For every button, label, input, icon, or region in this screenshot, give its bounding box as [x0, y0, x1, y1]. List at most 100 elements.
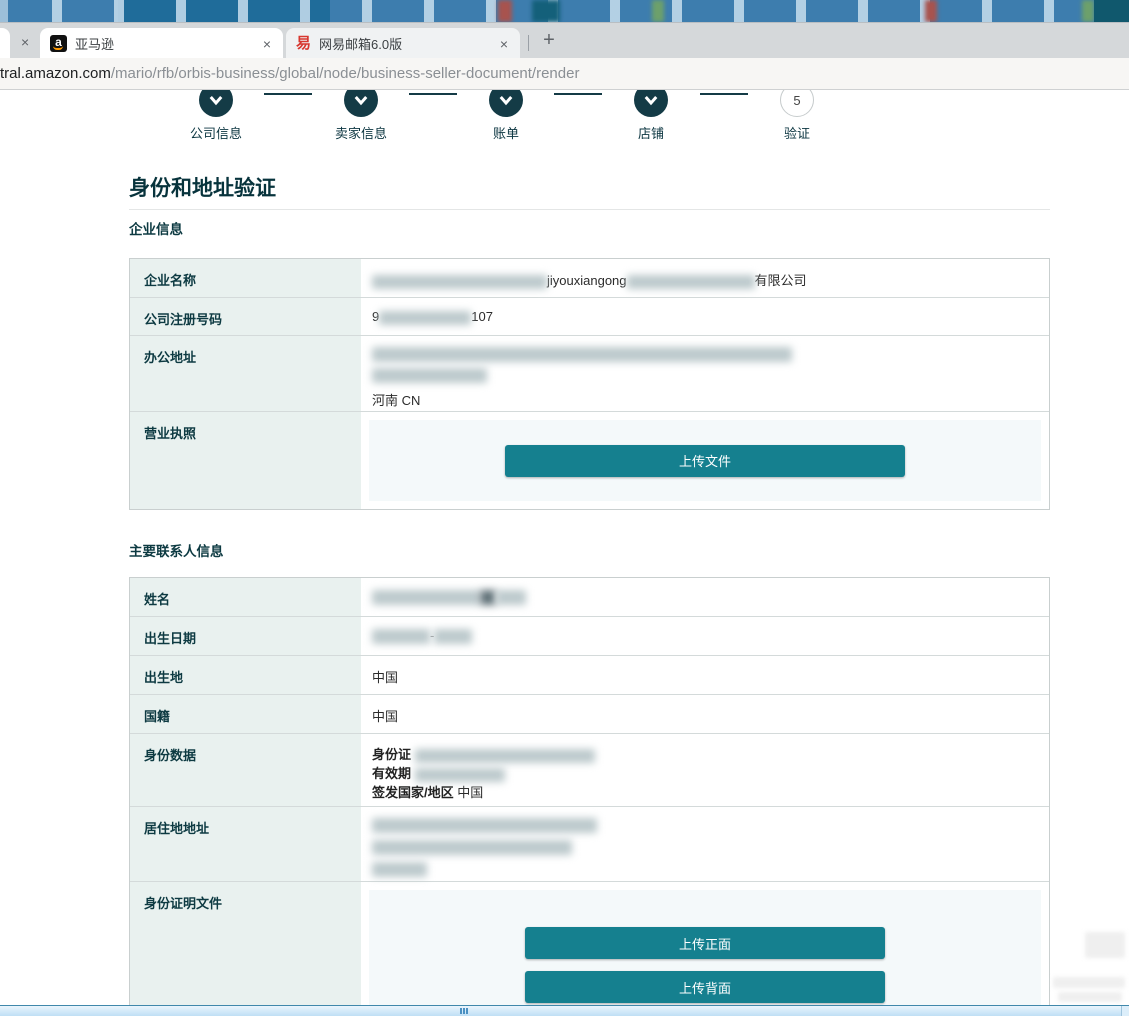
primary-contact-table: 姓名 出生日期 - 出生地 中国 国籍 中国 身份数据 身份证 有效期 签发国家…	[129, 577, 1050, 1005]
redacted-text	[372, 347, 792, 362]
close-icon[interactable]: ×	[261, 36, 273, 52]
row-label: 身份数据	[130, 734, 361, 806]
redacted-text	[627, 275, 755, 289]
tab-title: 网易邮箱6.0版	[319, 34, 490, 53]
watermark	[1053, 977, 1125, 988]
redacted-text	[379, 311, 471, 325]
step-verification: 5 验证	[747, 90, 847, 142]
step-store: 店铺	[601, 90, 701, 142]
business-info-table: 企业名称 jiyouxiangong有限公司 公司注册号码 9107 办公地址 …	[129, 258, 1050, 510]
office-address-value: 河南 CN	[361, 336, 1049, 411]
step-company-info: 公司信息	[166, 90, 266, 142]
page-title: 身份和地址验证	[129, 172, 276, 202]
table-row: 国籍 中国	[130, 694, 1049, 733]
row-label: 居住地地址	[130, 807, 361, 881]
upload-panel: 上传文件	[369, 420, 1041, 501]
upload-front-button[interactable]: 上传正面	[525, 927, 885, 959]
page-content: 公司信息 卖家信息 账单 店铺 5 验证 身份和地址验证 企业信息 企业名称 j…	[0, 90, 1129, 1005]
contact-name-value	[361, 578, 1049, 616]
upload-file-button[interactable]: 上传文件	[505, 445, 905, 477]
desktop-icon-smudge	[1082, 0, 1094, 22]
close-icon[interactable]: ×	[498, 36, 510, 52]
table-row: 身份数据 身份证 有效期 签发国家/地区 中国	[130, 733, 1049, 806]
row-label: 姓名	[130, 578, 361, 616]
step-complete-icon	[489, 90, 523, 117]
close-icon[interactable]: ×	[21, 34, 29, 50]
identity-data-value: 身份证 有效期 签发国家/地区 中国	[361, 734, 1049, 806]
url-host: tral.amazon.com	[0, 65, 111, 82]
step-label: 验证	[747, 123, 847, 142]
tab-amazon[interactable]: a 亚马逊 ×	[40, 28, 283, 59]
divider	[129, 209, 1050, 210]
redacted-text	[372, 840, 572, 855]
row-label: 营业执照	[130, 412, 361, 509]
redacted-text	[415, 768, 505, 782]
row-label: 公司注册号码	[130, 298, 361, 335]
step-label: 账单	[456, 123, 556, 142]
table-row: 身份证明文件 上传正面 上传背面	[130, 881, 1049, 1005]
table-row: 居住地地址	[130, 806, 1049, 881]
identity-document-cell: 上传正面 上传背面	[361, 882, 1049, 1005]
step-connector	[700, 93, 748, 95]
residence-address-value	[361, 807, 1049, 881]
business-license-cell: 上传文件	[361, 412, 1049, 509]
step-complete-icon	[199, 90, 233, 117]
step-connector	[554, 93, 602, 95]
redacted-text	[434, 629, 472, 644]
row-label: 国籍	[130, 695, 361, 733]
row-label: 企业名称	[130, 259, 361, 297]
birthplace-value: 中国	[361, 656, 1049, 694]
redacted-text	[372, 275, 547, 289]
table-row: 出生地 中国	[130, 655, 1049, 694]
desktop-icon-smudge	[925, 0, 937, 22]
step-connector	[264, 93, 312, 95]
redacted-text	[372, 368, 487, 383]
redacted-text	[372, 590, 480, 605]
desktop-icon-smudge	[532, 0, 560, 22]
watermark	[1085, 932, 1125, 958]
redacted-text	[480, 590, 496, 605]
step-billing: 账单	[456, 90, 556, 142]
step-number-badge: 5	[780, 90, 814, 117]
step-seller-info: 卖家信息	[311, 90, 411, 142]
section-title-business: 企业信息	[129, 218, 183, 238]
redacted-text	[372, 818, 597, 833]
redacted-text	[415, 749, 595, 763]
new-tab-button[interactable]: +	[537, 29, 561, 52]
tab-title: 亚马逊	[75, 34, 253, 53]
redacted-text	[496, 590, 526, 605]
table-row: 姓名	[130, 578, 1049, 616]
url-path: /mario/rfb/orbis-business/global/node/bu…	[111, 65, 580, 82]
table-row: 出生日期 -	[130, 616, 1049, 655]
desktop-icon-smudge	[1094, 0, 1129, 22]
scrollbar-grip-icon[interactable]	[460, 1008, 468, 1014]
netease-mail-favicon-icon: 易	[296, 36, 311, 51]
step-connector	[409, 93, 457, 95]
step-label: 卖家信息	[311, 123, 411, 142]
scrollbar-corner	[1121, 1006, 1129, 1016]
section-title-contact: 主要联系人信息	[129, 540, 224, 560]
table-row: 公司注册号码 9107	[130, 297, 1049, 335]
upload-panel: 上传正面 上传背面	[369, 890, 1041, 1005]
tab-netease-mail[interactable]: 易 网易邮箱6.0版 ×	[286, 28, 520, 59]
redacted-text	[372, 629, 430, 644]
row-label: 出生日期	[130, 617, 361, 655]
redacted-text	[372, 862, 427, 877]
horizontal-scrollbar[interactable]	[0, 1005, 1129, 1016]
row-label: 办公地址	[130, 336, 361, 411]
step-complete-icon	[634, 90, 668, 117]
desktop-icon-smudge	[652, 0, 664, 22]
partial-offscreen-tab[interactable]	[0, 28, 10, 59]
tab-separator	[528, 35, 529, 51]
table-row: 营业执照 上传文件	[130, 411, 1049, 509]
desktop-icon-smudge	[498, 0, 512, 22]
dob-value: -	[361, 617, 1049, 655]
step-complete-icon	[344, 90, 378, 117]
table-row: 企业名称 jiyouxiangong有限公司	[130, 259, 1049, 297]
address-bar[interactable]: tral.amazon.com/mario/rfb/orbis-business…	[0, 58, 1129, 90]
table-row: 办公地址 河南 CN	[130, 335, 1049, 411]
step-label: 公司信息	[166, 123, 266, 142]
browser-tab-bar: × a 亚马逊 × 易 网易邮箱6.0版 × +	[0, 22, 1129, 58]
desktop-background-strip	[0, 0, 1129, 22]
upload-back-button[interactable]: 上传背面	[525, 971, 885, 1003]
